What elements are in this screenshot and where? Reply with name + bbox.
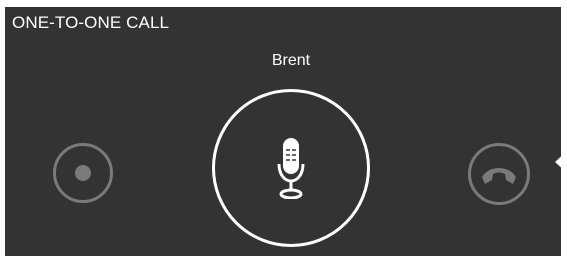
hang-up-phone-icon [482, 168, 516, 184]
collapse-arrow-icon[interactable] [555, 151, 567, 173]
caller-name: Brent [271, 52, 311, 69]
call-title: ONE-TO-ONE CALL [12, 13, 170, 32]
microphone-icon [277, 138, 305, 199]
microphone-button[interactable] [212, 89, 370, 247]
record-icon [75, 165, 91, 181]
hang-up-button[interactable] [468, 143, 530, 205]
call-window: ONE-TO-ONE CALL Brent [0, 0, 567, 256]
record-button[interactable] [53, 143, 113, 203]
call-panel: ONE-TO-ONE CALL Brent [5, 7, 561, 256]
